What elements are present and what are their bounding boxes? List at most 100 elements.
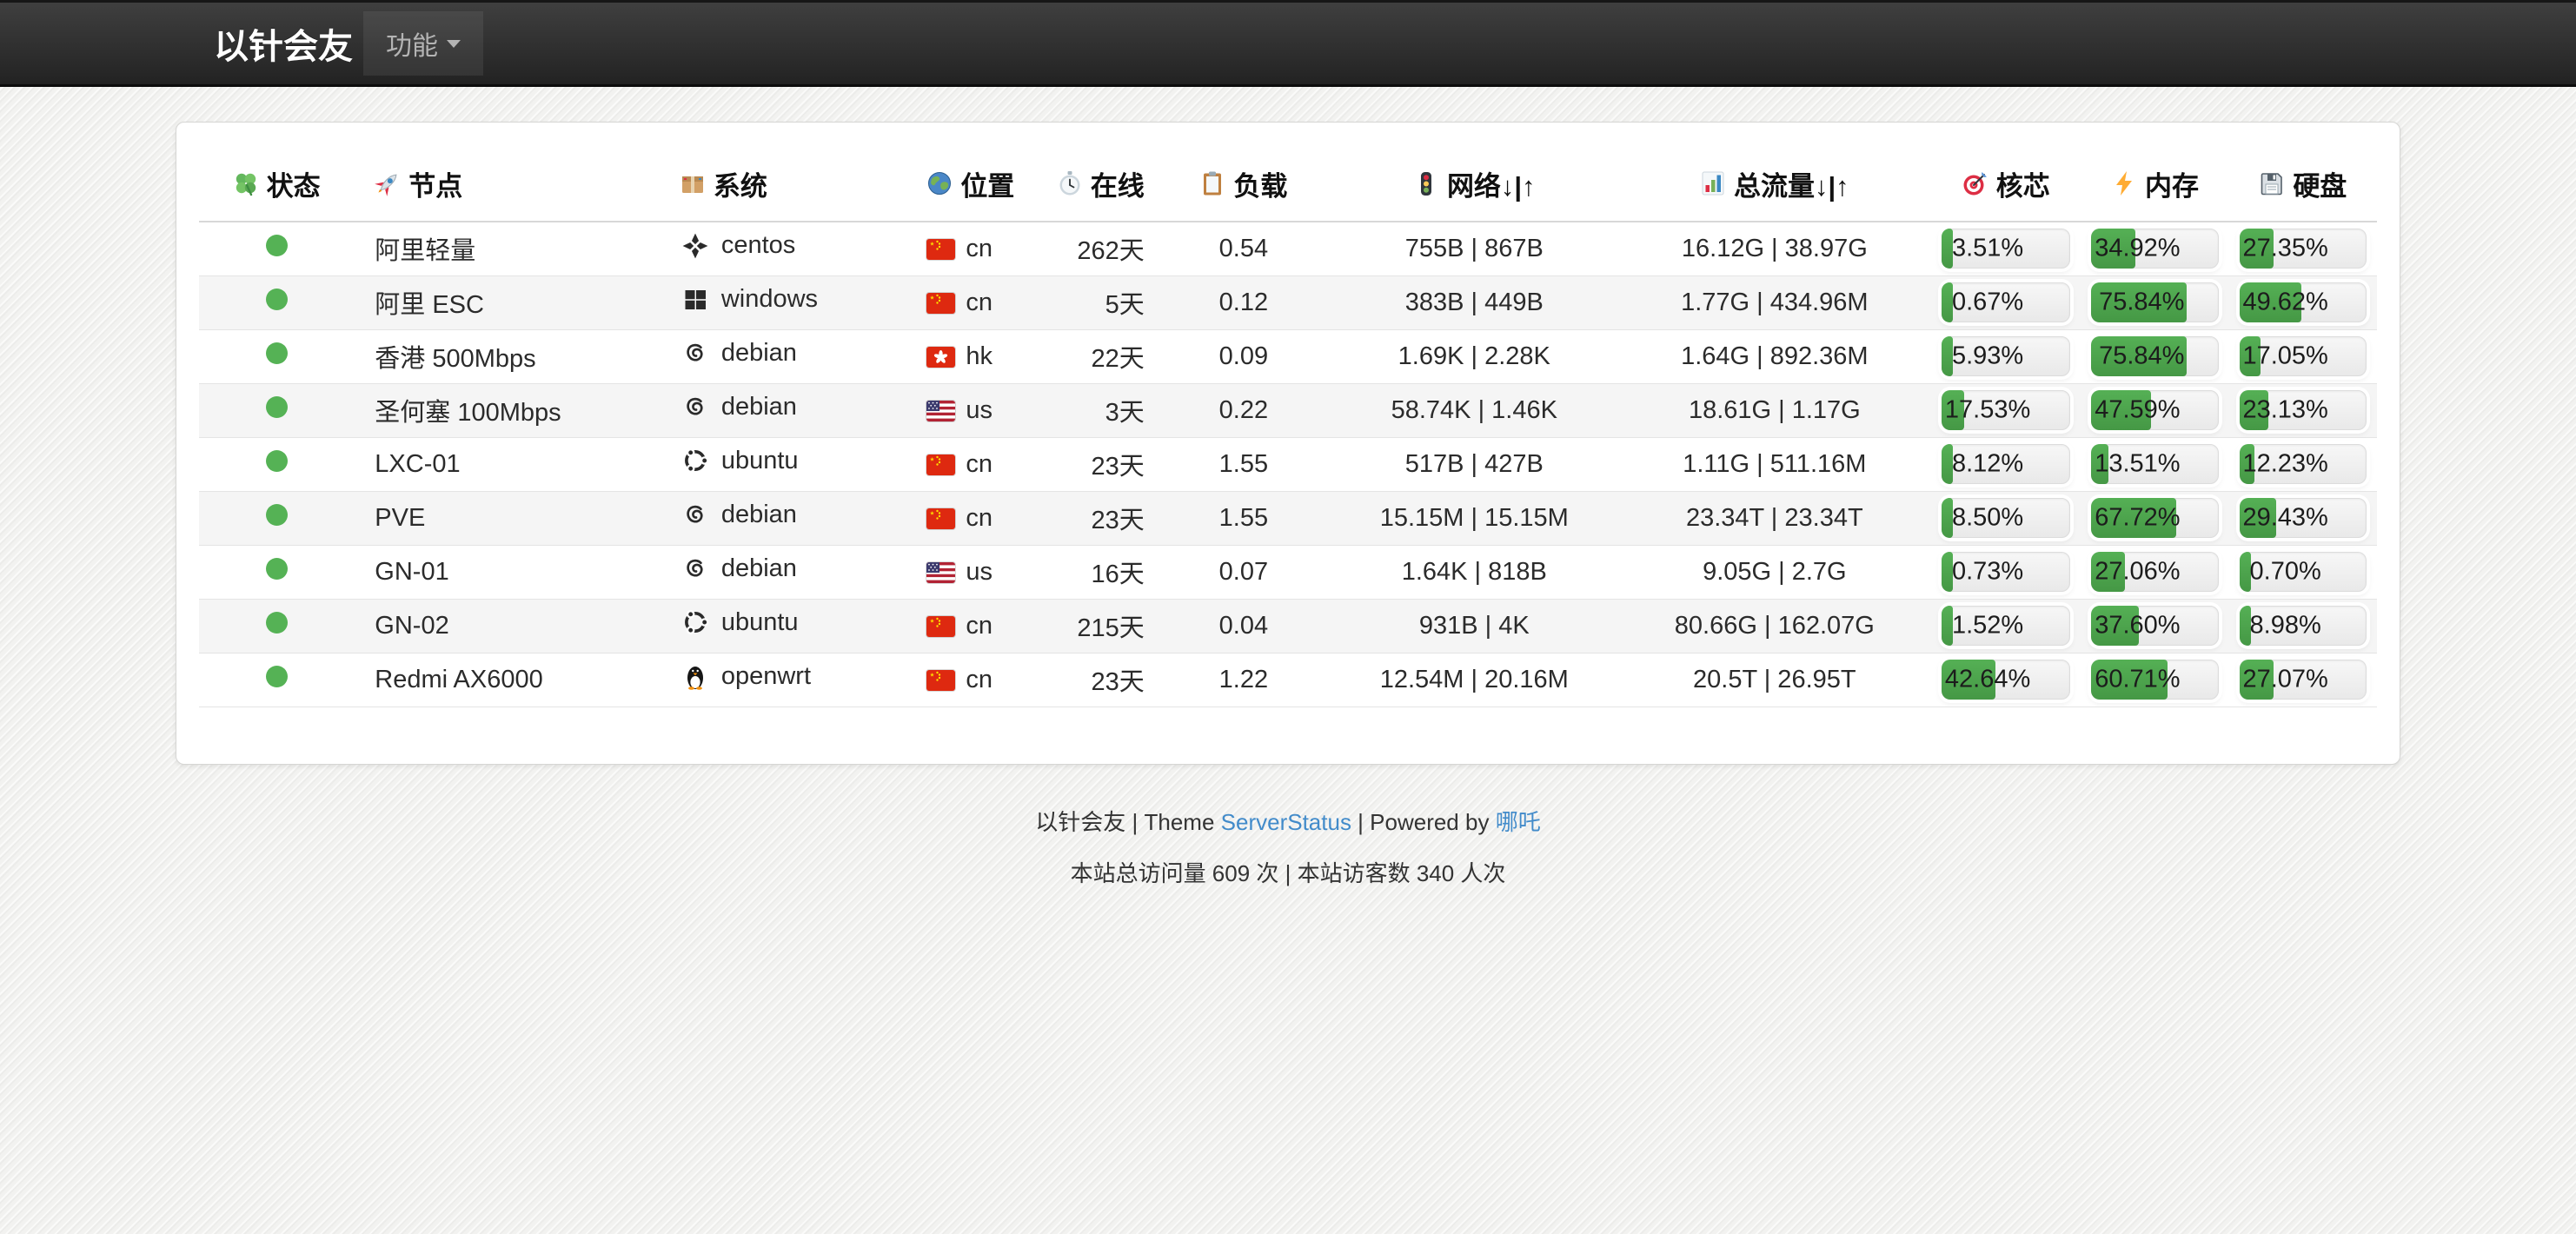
rocket-icon	[375, 170, 401, 196]
memory-percent: 47.59%	[2095, 396, 2180, 425]
cn-flag-icon	[926, 454, 955, 475]
memory-percent: 75.84%	[2099, 342, 2184, 371]
memory-progress-bar: 47.59%	[2091, 390, 2218, 430]
server-row[interactable]: GN-01 debian us 16天 0.07 1.64K | 818B 9.…	[199, 545, 2377, 599]
header-system: 系统	[661, 147, 921, 222]
cpu-percent: 1.52%	[1952, 612, 2023, 640]
debian-icon	[681, 339, 709, 367]
us-flag-icon	[926, 562, 955, 583]
server-row[interactable]: 圣何塞 100Mbps debian us 3天 0.22 58.74K | 1…	[199, 383, 2377, 437]
cpu-progress-bar: 0.67%	[1942, 282, 2070, 322]
traffic-value: 1.77G | 434.96M	[1618, 275, 1932, 329]
cpu-progress-bar: 0.73%	[1942, 552, 2070, 592]
theme-link[interactable]: ServerStatus	[1221, 809, 1351, 835]
header-network: 网络↓|↑	[1331, 147, 1618, 222]
target-icon	[1962, 170, 1988, 196]
memory-percent: 37.60%	[2095, 612, 2180, 640]
disk-progress-bar: 0.70%	[2240, 552, 2367, 592]
server-name: GN-02	[354, 599, 661, 653]
traffic-value: 20.5T | 26.95T	[1618, 653, 1932, 707]
server-name: 圣何塞 100Mbps	[354, 383, 661, 437]
os-name: centos	[721, 231, 795, 260]
memory-percent: 67.72%	[2095, 504, 2180, 533]
server-row[interactable]: LXC-01 ubuntu cn 23天 1.55 517B | 427B 1.…	[199, 437, 2377, 491]
cpu-percent: 8.50%	[1952, 504, 2023, 533]
os-icon	[680, 339, 711, 367]
location-code: us	[966, 558, 993, 587]
os-icon	[680, 608, 711, 636]
server-row[interactable]: 阿里轻量 centos cn 262天 0.54 755B | 867B 16.…	[199, 222, 2377, 275]
flag-icon	[926, 450, 955, 479]
server-row[interactable]: 香港 500Mbps debian hk 22天 0.09 1.69K | 2.…	[199, 329, 2377, 383]
server-name: LXC-01	[354, 437, 661, 491]
us-flag-icon	[926, 401, 955, 421]
server-name: Redmi AX6000	[354, 653, 661, 707]
table-header-row: 状态 节点 系统 位置 在线 负载 网络	[199, 147, 2377, 222]
memory-percent: 27.06%	[2095, 558, 2180, 587]
server-row[interactable]: 阿里 ESC windows cn 5天 0.12 383B | 449B 1.…	[199, 275, 2377, 329]
os-icon	[680, 287, 711, 313]
stopwatch-icon	[1057, 170, 1083, 196]
load-value: 1.55	[1157, 491, 1331, 545]
footer-site-name: 以针会友	[1035, 809, 1125, 835]
header-status: 状态	[199, 147, 354, 222]
status-online-dot	[266, 235, 288, 256]
status-online-dot	[266, 396, 288, 418]
lightning-icon	[2111, 170, 2137, 196]
server-row[interactable]: GN-02 ubuntu cn 215天 0.04 931B | 4K 80.6…	[199, 599, 2377, 653]
location-code: cn	[966, 289, 993, 317]
header-node: 节点	[354, 147, 661, 222]
network-value: 12.54M | 20.16M	[1331, 653, 1618, 707]
cpu-progress-bar: 1.52%	[1942, 606, 2070, 646]
uptime-value: 23天	[1021, 653, 1156, 707]
server-row[interactable]: PVE debian cn 23天 1.55 15.15M | 15.15M 2…	[199, 491, 2377, 545]
location-code: hk	[966, 342, 993, 371]
openwrt-tux-icon	[682, 664, 708, 690]
disk-percent: 27.35%	[2242, 235, 2327, 263]
load-value: 1.55	[1157, 437, 1331, 491]
memory-progress-bar: 75.84%	[2091, 336, 2218, 376]
server-row[interactable]: Redmi AX6000 openwrt cn 23天 1.22 12.54M …	[199, 653, 2377, 707]
floppy-icon	[2259, 170, 2285, 196]
menu-dropdown[interactable]: 功能	[363, 11, 483, 76]
os-name: openwrt	[721, 662, 811, 691]
os-name: ubuntu	[721, 447, 799, 475]
load-value: 0.22	[1157, 383, 1331, 437]
status-online-dot	[266, 450, 288, 472]
disk-progress-bar: 17.05%	[2240, 336, 2367, 376]
network-value: 58.74K | 1.46K	[1331, 383, 1618, 437]
network-value: 383B | 449B	[1331, 275, 1618, 329]
memory-percent: 13.51%	[2095, 450, 2180, 479]
memory-percent: 75.84%	[2099, 289, 2184, 317]
powered-by-link[interactable]: 哪吒	[1496, 809, 1541, 835]
uptime-value: 262天	[1021, 222, 1156, 275]
traffic-value: 16.12G | 38.97G	[1618, 222, 1932, 275]
server-name: 香港 500Mbps	[354, 329, 661, 383]
status-online-dot	[266, 612, 288, 634]
header-uptime: 在线	[1021, 147, 1156, 222]
header-disk: 硬盘	[2229, 147, 2377, 222]
footer: 以针会友 | Theme ServerStatus | Powered by 哪…	[0, 805, 2576, 888]
header-cpu: 核芯	[1931, 147, 2081, 222]
debian-icon	[681, 554, 709, 582]
status-online-dot	[266, 666, 288, 687]
os-icon	[680, 393, 711, 421]
server-status-panel: 状态 节点 系统 位置 在线 负载 网络	[176, 122, 2400, 765]
uptime-value: 22天	[1021, 329, 1156, 383]
location-code: cn	[966, 666, 993, 694]
brand-title[interactable]: 以针会友	[214, 3, 353, 84]
cpu-percent: 3.51%	[1952, 235, 2023, 263]
network-value: 755B | 867B	[1331, 222, 1618, 275]
menu-dropdown-label: 功能	[386, 24, 438, 63]
load-value: 0.04	[1157, 599, 1331, 653]
disk-percent: 0.70%	[2250, 558, 2321, 587]
server-name: 阿里 ESC	[354, 275, 661, 329]
uptime-value: 3天	[1021, 383, 1156, 437]
navbar: 以针会友 功能	[0, 0, 2576, 87]
status-online-dot	[266, 342, 288, 364]
disk-percent: 17.05%	[2242, 342, 2327, 371]
disk-progress-bar: 29.43%	[2240, 498, 2367, 538]
cpu-progress-bar: 42.64%	[1942, 660, 2070, 700]
cn-flag-icon	[926, 670, 955, 691]
location-code: cn	[966, 235, 993, 263]
